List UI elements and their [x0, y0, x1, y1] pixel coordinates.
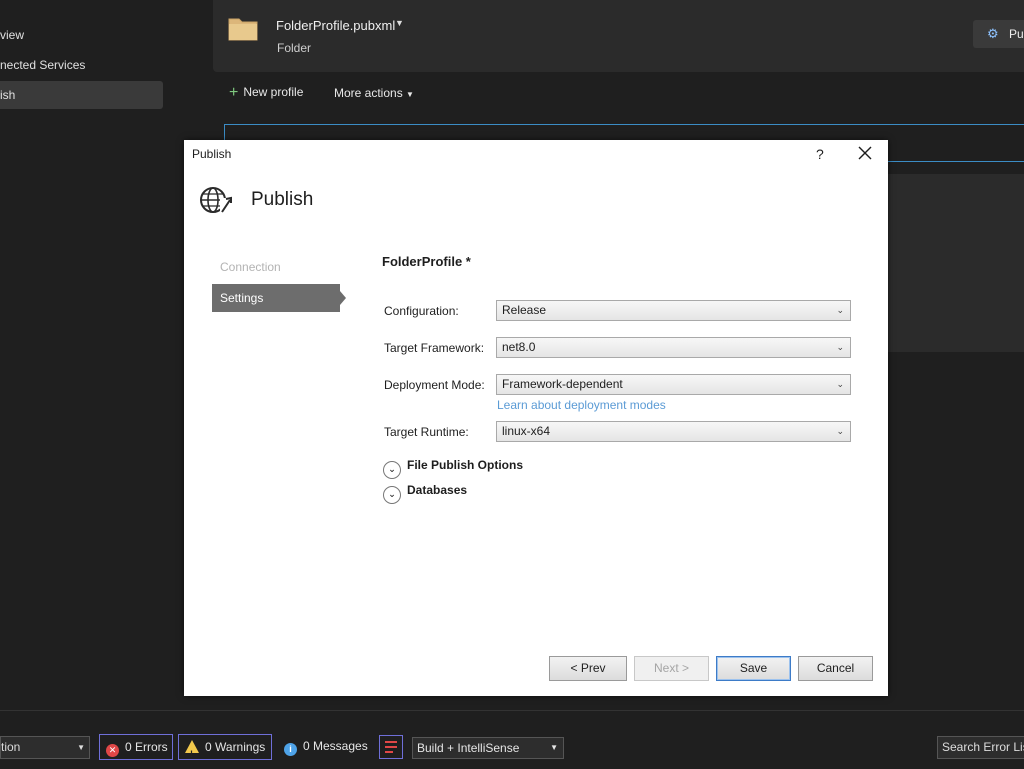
warning-icon: ! — [185, 740, 199, 759]
dialog-title: Publish — [192, 147, 232, 161]
sidebar-item-connected-services[interactable]: nected Services — [0, 51, 163, 79]
learn-deployment-modes-link[interactable]: Learn about deployment modes — [497, 398, 666, 412]
expand-chevron-icon: ⌄ — [383, 461, 401, 479]
new-profile-button[interactable]: + New profile — [229, 84, 303, 102]
deployment-mode-label: Deployment Mode: — [384, 378, 485, 392]
warnings-filter[interactable]: ! 0 Warnings — [178, 734, 272, 760]
chevron-down-icon: ⌄ — [836, 305, 844, 315]
globe-publish-icon — [200, 187, 232, 214]
file-publish-options-expander[interactable]: ⌄ File Publish Options — [383, 458, 523, 479]
plus-icon: + — [229, 84, 239, 101]
dialog-heading: Publish — [251, 189, 314, 210]
target-runtime-label: Target Runtime: — [384, 425, 469, 439]
publish-icon: ⚙ — [987, 26, 999, 41]
scope-dropdown[interactable]: tion ▼ — [0, 736, 90, 759]
error-icon: ✕ — [106, 744, 119, 757]
configuration-label: Configuration: — [384, 304, 459, 318]
search-error-list-input[interactable]: Search Error List — [937, 736, 1024, 759]
filter-icon[interactable] — [379, 735, 403, 759]
info-icon: i — [284, 743, 297, 756]
close-icon[interactable] — [856, 144, 874, 162]
next-button[interactable]: Next > — [634, 656, 709, 681]
target-runtime-select[interactable]: linux-x64 ⌄ — [496, 421, 851, 442]
deployment-mode-select[interactable]: Framework-dependent ⌄ — [496, 374, 851, 395]
selection-arrow — [340, 291, 346, 305]
databases-expander[interactable]: ⌄ Databases — [383, 483, 467, 504]
chevron-down-icon: ▼ — [550, 743, 558, 752]
publish-dialog: Publish ? Publish Connection Settings Fo… — [184, 140, 888, 696]
sidebar-item-publish[interactable]: ish — [0, 81, 163, 109]
profile-dropdown-icon[interactable]: ▼ — [395, 18, 404, 28]
profile-title: FolderProfile * — [382, 254, 471, 269]
profile-name[interactable]: FolderProfile.pubxml — [276, 18, 395, 33]
chevron-down-icon: ⌄ — [836, 379, 844, 389]
build-filter-dropdown[interactable]: Build + IntelliSense ▼ — [412, 737, 564, 759]
folder-icon — [228, 18, 258, 41]
chevron-down-icon: ⌄ — [836, 426, 844, 436]
sidebar-item-overview[interactable]: view — [0, 21, 163, 49]
prev-button[interactable]: < Prev — [549, 656, 627, 681]
messages-filter[interactable]: i0 Messages — [284, 734, 374, 758]
configuration-select[interactable]: Release ⌄ — [496, 300, 851, 321]
chevron-down-icon: ▼ — [77, 743, 85, 752]
profile-header — [213, 0, 1024, 72]
more-actions-button[interactable]: More actions ▼ — [334, 86, 414, 100]
profile-type: Folder — [277, 41, 312, 55]
nav-settings[interactable]: Settings — [212, 284, 346, 312]
save-button[interactable]: Save — [716, 656, 791, 681]
errors-filter[interactable]: ✕ 0 Errors — [99, 734, 173, 760]
cancel-button[interactable]: Cancel — [798, 656, 873, 681]
publish-button[interactable]: ⚙ Pu — [973, 20, 1024, 48]
target-framework-label: Target Framework: — [384, 341, 485, 355]
expand-chevron-icon: ⌄ — [383, 486, 401, 504]
nav-connection[interactable]: Connection — [220, 260, 281, 274]
target-framework-select[interactable]: net8.0 ⌄ — [496, 337, 851, 358]
chevron-down-icon: ⌄ — [836, 342, 844, 352]
help-button[interactable]: ? — [816, 146, 824, 162]
chevron-down-icon: ▼ — [406, 90, 414, 99]
left-sidebar: view nected Services ish — [0, 0, 200, 710]
summary-panel — [888, 174, 1024, 352]
